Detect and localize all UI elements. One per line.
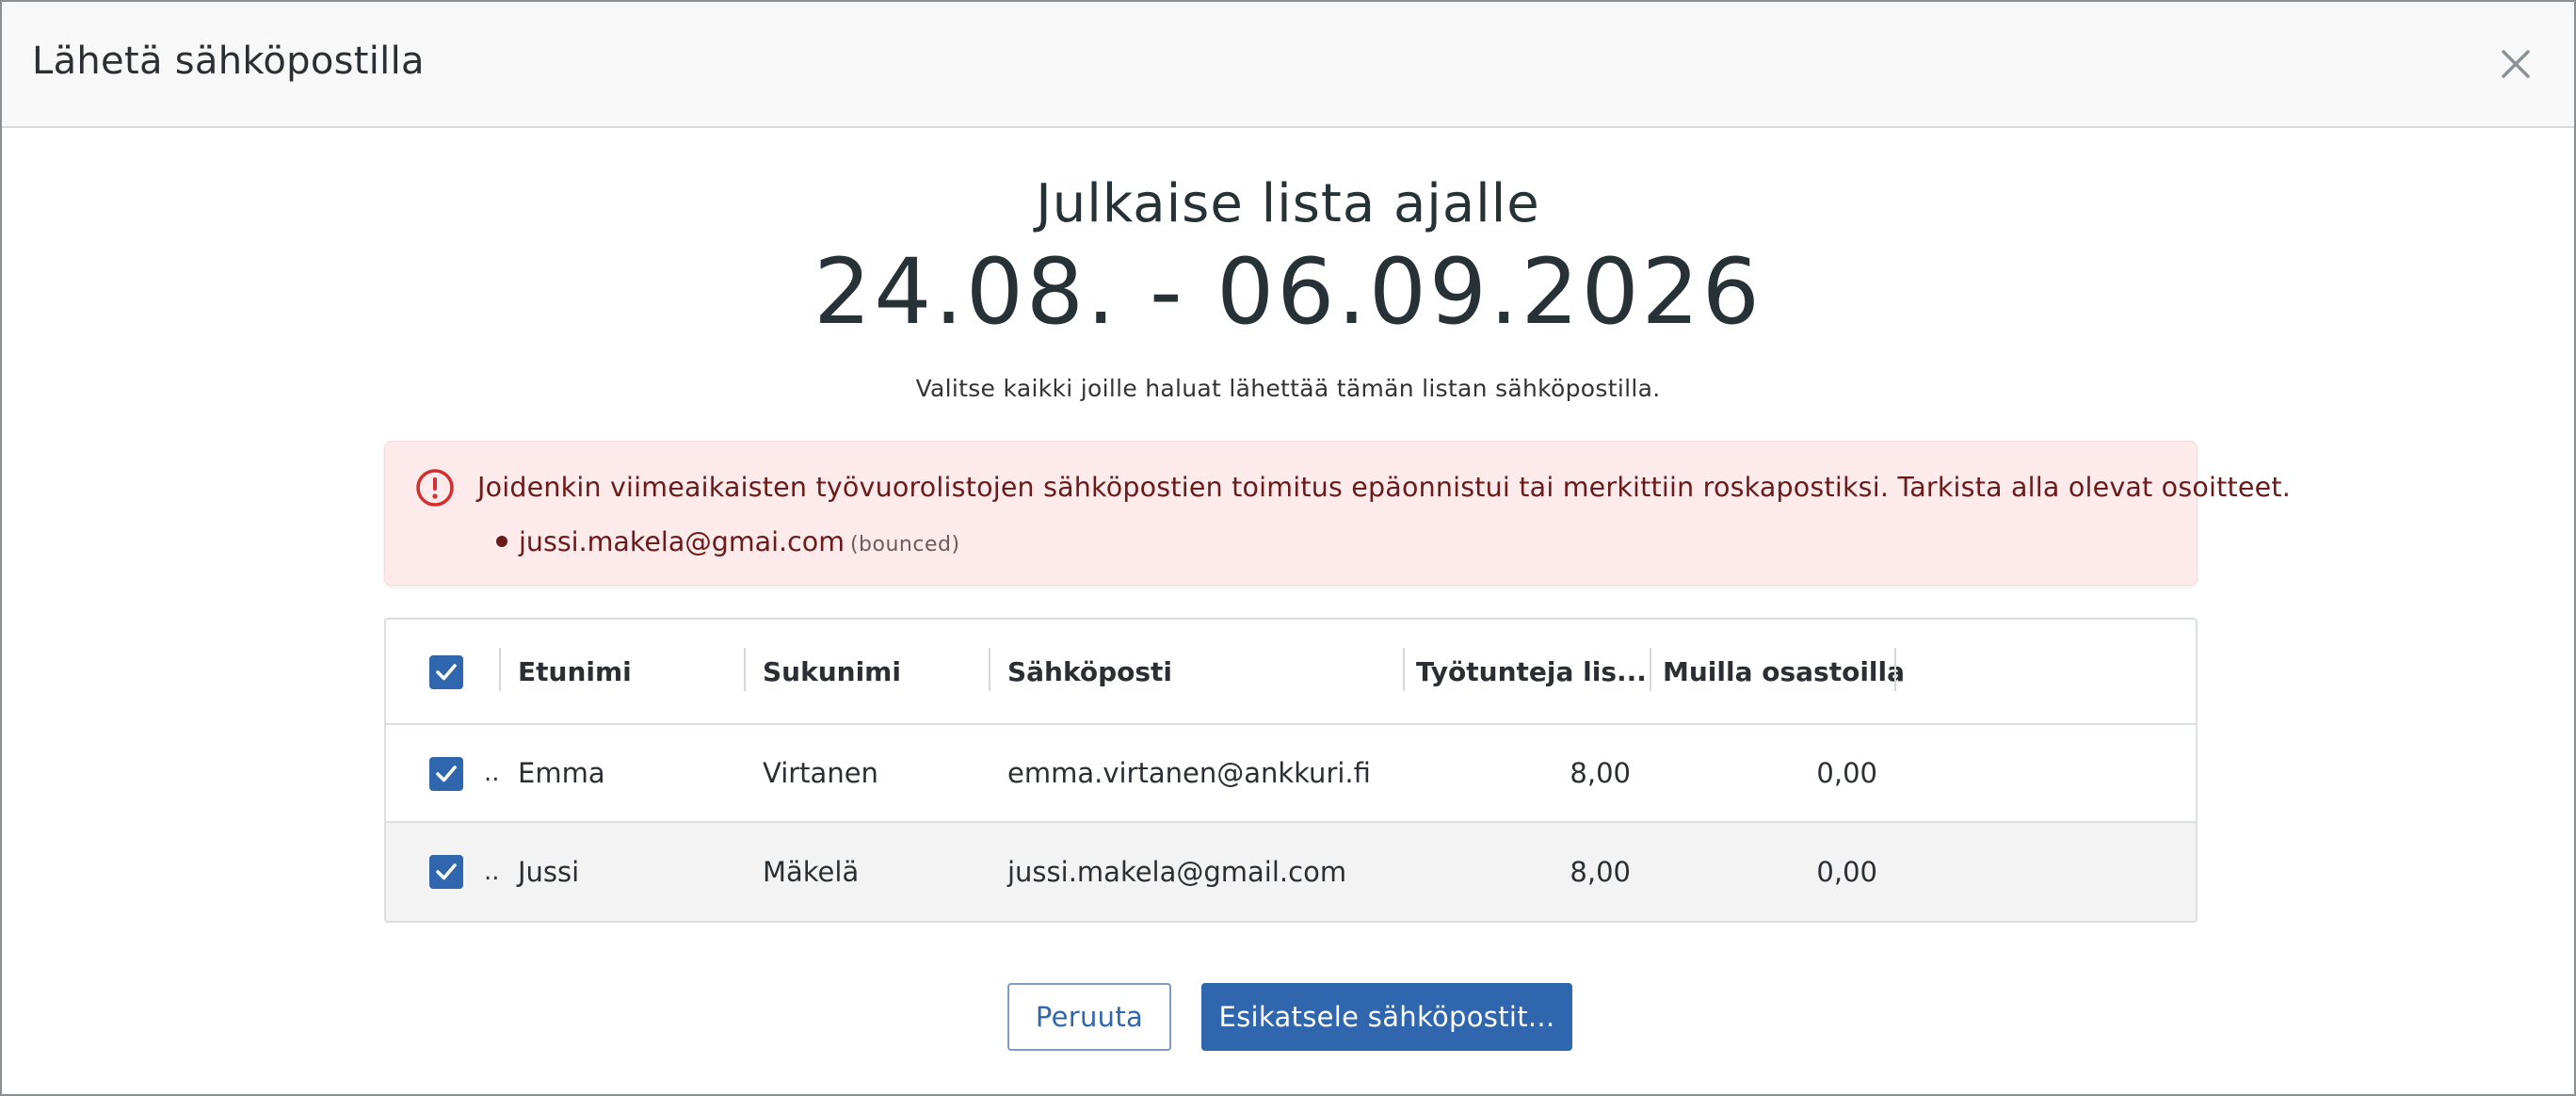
preview-emails-button[interactable]: Esikatsele sähköpostit... bbox=[1201, 983, 1572, 1051]
select-all-checkbox[interactable] bbox=[429, 655, 463, 689]
row-marker: .. bbox=[484, 759, 500, 787]
list-bullet bbox=[496, 535, 507, 547]
column-divider bbox=[1403, 648, 1405, 691]
hours-cell: 8,00 bbox=[1570, 757, 1631, 789]
bounced-email: jussi.makela@gmai.com bbox=[519, 526, 845, 557]
recipients-table: Etunimi Sukunimi Sähköposti Työtunteja l… bbox=[384, 618, 2198, 923]
table-row[interactable]: .. Jussi Mäkelä jussi.makela@gmail.com 8… bbox=[386, 823, 2196, 921]
first-name-cell: Emma bbox=[518, 757, 605, 789]
column-divider bbox=[499, 648, 501, 691]
other-departments-cell: 0,00 bbox=[1816, 757, 1877, 789]
close-icon bbox=[2502, 50, 2530, 78]
alert-message: Joidenkin viimeaikaisten työvuorolistoje… bbox=[477, 472, 2291, 503]
cancel-button[interactable]: Peruuta bbox=[1007, 983, 1171, 1051]
column-divider bbox=[989, 648, 990, 691]
close-button[interactable] bbox=[2493, 41, 2538, 87]
checkmark-icon bbox=[436, 664, 457, 681]
column-divider bbox=[1894, 648, 1896, 691]
row-checkbox[interactable] bbox=[429, 757, 463, 791]
first-name-cell: Jussi bbox=[518, 856, 580, 888]
column-header-other-departments[interactable]: Muilla osastoilla bbox=[1663, 620, 1905, 723]
dialog-title: Lähetä sähköpostilla bbox=[32, 40, 425, 83]
email-cell: emma.virtanen@ankkuri.fi bbox=[1007, 757, 1371, 789]
hours-cell: 8,00 bbox=[1570, 856, 1631, 888]
column-divider bbox=[744, 648, 746, 691]
row-checkbox[interactable] bbox=[429, 855, 463, 889]
row-marker: .. bbox=[484, 858, 500, 886]
bounced-list: jussi.makela@gmai.com (bounced) bbox=[477, 526, 960, 557]
delivery-warning-alert: Joidenkin viimeaikaisten työvuorolistoje… bbox=[384, 441, 2291, 586]
table-row[interactable]: .. Emma Virtanen emma.virtanen@ankkuri.f… bbox=[386, 725, 2196, 823]
send-email-dialog: Lähetä sähköpostilla Julkaise lista ajal… bbox=[0, 0, 2576, 1096]
last-name-cell: Virtanen bbox=[763, 757, 878, 789]
other-departments-cell: 0,00 bbox=[1816, 856, 1877, 888]
column-header-first-name[interactable]: Etunimi bbox=[518, 620, 632, 723]
dialog-header: Lähetä sähköpostilla bbox=[2, 2, 2574, 128]
column-header-last-name[interactable]: Sukunimi bbox=[763, 620, 901, 723]
last-name-cell: Mäkelä bbox=[763, 856, 860, 888]
instruction-text: Valitse kaikki joille haluat lähettää tä… bbox=[915, 375, 1661, 402]
bounced-status: (bounced) bbox=[849, 533, 960, 556]
date-range: 24.08. - 06.09.2026 bbox=[813, 239, 1763, 345]
publish-heading: Julkaise lista ajalle bbox=[1036, 173, 1540, 234]
table-header: Etunimi Sukunimi Sähköposti Työtunteja l… bbox=[386, 620, 2196, 725]
checkmark-icon bbox=[436, 766, 457, 782]
checkmark-icon bbox=[436, 863, 457, 880]
column-header-hours[interactable]: Työtunteja lis... bbox=[1416, 620, 1647, 723]
email-cell: jussi.makela@gmail.com bbox=[1007, 856, 1347, 888]
alert-circle-icon bbox=[416, 469, 454, 507]
column-header-email[interactable]: Sähköposti bbox=[1007, 620, 1172, 723]
column-divider bbox=[1650, 648, 1651, 691]
